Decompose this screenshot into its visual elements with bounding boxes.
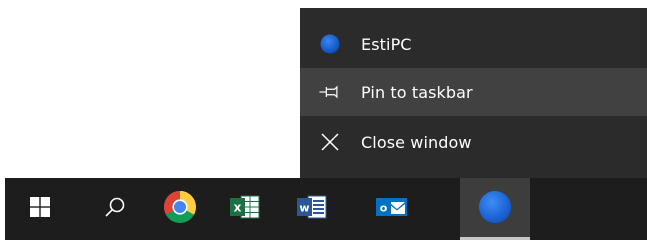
word-icon: w (297, 194, 327, 224)
outlook-icon: o (376, 194, 408, 224)
desktop: EstiPC Pin to taskbar Close window x w o (0, 0, 647, 240)
jump-list-app-title[interactable]: EstiPC (300, 20, 647, 68)
svg-text:o: o (380, 202, 388, 215)
estipc-taskbar-button[interactable] (460, 178, 530, 240)
excel-icon: x (230, 194, 260, 224)
blue-circle-icon (319, 33, 341, 55)
blue-circle-icon (478, 190, 512, 228)
svg-text:x: x (234, 201, 242, 215)
search-icon (104, 196, 126, 222)
search-button[interactable] (80, 178, 150, 240)
chrome-icon (163, 190, 197, 228)
close-icon (319, 131, 341, 153)
jump-list-menu: EstiPC Pin to taskbar Close window (300, 8, 647, 178)
svg-text:w: w (299, 202, 309, 215)
start-button[interactable] (5, 178, 75, 240)
jump-list-app-title-label: EstiPC (361, 34, 412, 54)
pin-to-taskbar-label: Pin to taskbar (361, 82, 473, 102)
excel-taskbar-button[interactable]: x (210, 178, 280, 240)
chrome-taskbar-button[interactable] (145, 178, 215, 240)
windows-logo-icon (30, 197, 50, 221)
word-taskbar-button[interactable]: w (277, 178, 347, 240)
close-window-label: Close window (361, 132, 472, 152)
pin-to-taskbar-item[interactable]: Pin to taskbar (300, 68, 647, 116)
pin-icon (319, 81, 341, 103)
taskbar: x w o (5, 178, 647, 240)
outlook-taskbar-button[interactable]: o (357, 178, 427, 240)
close-window-item[interactable]: Close window (300, 118, 647, 166)
